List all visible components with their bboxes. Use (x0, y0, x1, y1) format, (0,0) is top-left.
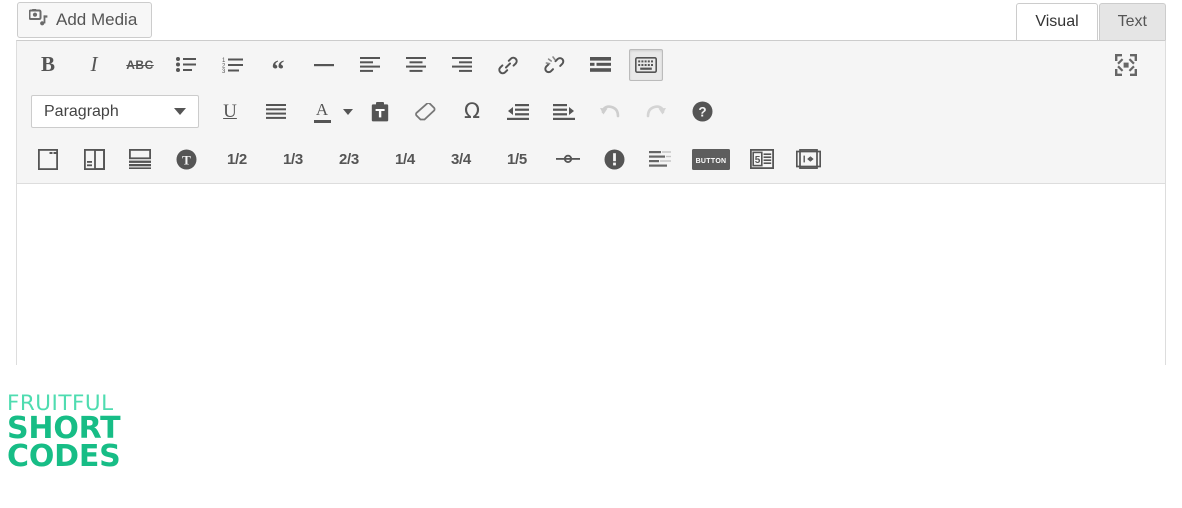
redo-icon[interactable] (639, 96, 673, 128)
justify-icon[interactable] (259, 96, 293, 128)
fullscreen-icon[interactable] (1109, 49, 1143, 81)
paste-as-text-icon[interactable] (363, 96, 397, 128)
divider-icon[interactable] (551, 143, 585, 175)
fraction-label: 1/4 (395, 150, 415, 168)
bold-icon[interactable]: B (31, 49, 65, 81)
alert-notice-icon[interactable] (597, 143, 631, 175)
editor-mode-tabs: Visual Text (1015, 3, 1166, 40)
special-character-label: Ω (463, 99, 481, 123)
tab-visual[interactable]: Visual (1016, 3, 1098, 40)
editor-toolbars: B I ABC 1 2 3 “ Paragraph U A Ω ? T 1/2 … (17, 41, 1165, 184)
text-color-swatch (313, 119, 331, 123)
undo-icon[interactable] (593, 96, 627, 128)
fraction-three-quarters-button[interactable]: 3/4 (439, 143, 483, 175)
paragraph-style-select[interactable]: Paragraph (31, 95, 199, 128)
insert-link-icon[interactable] (491, 49, 525, 81)
svg-text:3: 3 (222, 69, 226, 73)
tab-text[interactable]: Text (1098, 3, 1166, 40)
add-media-button[interactable]: Add Media (17, 2, 153, 38)
svg-text:BUTTON: BUTTON (696, 157, 727, 164)
text-color-chevron-down-icon[interactable] (343, 108, 353, 115)
counter-icon[interactable]: 5 (745, 143, 779, 175)
column-stacked-icon[interactable] (123, 143, 157, 175)
underline-label: U (223, 101, 237, 122)
svg-text:T: T (182, 152, 191, 167)
blockquote-label: “ (271, 54, 285, 84)
decrease-indent-icon[interactable] (501, 96, 535, 128)
numbered-list-icon[interactable]: 1 2 3 (215, 49, 249, 81)
italic-icon[interactable]: I (77, 49, 111, 81)
svg-text:5: 5 (755, 155, 761, 166)
fraction-label: 1/5 (507, 150, 527, 168)
read-more-icon[interactable] (583, 49, 617, 81)
bold-label: B (40, 52, 55, 76)
fraction-label: 1/3 (283, 150, 303, 168)
fraction-label: 2/3 (339, 150, 359, 168)
italic-label: I (90, 52, 98, 76)
button-shortcode-icon[interactable]: BUTTON (689, 143, 733, 175)
add-media-label: Add Media (56, 9, 138, 29)
fraction-label: 1/2 (227, 150, 247, 168)
special-character-icon[interactable]: Ω (455, 96, 489, 128)
chevron-down-icon (174, 108, 186, 115)
blockquote-icon[interactable]: “ (261, 49, 295, 84)
align-right-icon[interactable] (445, 49, 479, 81)
fraction-one-third-button[interactable]: 1/3 (271, 143, 315, 175)
paragraph-style-value: Paragraph (44, 102, 119, 120)
strikethrough-icon[interactable]: ABC (123, 49, 157, 81)
keyboard-shortcuts-icon[interactable] (629, 48, 663, 81)
column-single-icon[interactable] (31, 143, 65, 175)
add-media-icon (28, 9, 48, 31)
underline-icon[interactable]: U (213, 96, 247, 128)
fraction-one-quarter-button[interactable]: 1/4 (383, 143, 427, 175)
plugin-logo-line3: CODES (7, 439, 121, 475)
align-left-icon[interactable] (353, 49, 387, 81)
wordpress-post-editor: Add Media Visual Text B I ABC 1 2 3 “ Pa… (0, 0, 1182, 508)
text-color-icon[interactable]: A (305, 96, 339, 128)
column-split-icon[interactable] (77, 143, 111, 175)
clear-formatting-icon[interactable] (409, 96, 443, 128)
unlink-icon[interactable] (537, 49, 571, 81)
bullet-list-icon[interactable] (169, 49, 203, 81)
toolbar-row-3: T 1/2 1/3 2/3 1/4 3/4 1/5 BUTTON 5 (17, 135, 1165, 183)
align-center-icon[interactable] (399, 49, 433, 81)
editor-frame: B I ABC 1 2 3 “ Paragraph U A Ω ? T 1/2 … (16, 40, 1166, 370)
fraction-one-half-button[interactable]: 1/2 (215, 143, 259, 175)
slider-icon[interactable] (791, 143, 825, 175)
text-color-label: A (315, 99, 329, 119)
strikethrough-label: ABC (126, 57, 154, 72)
plugin-info-card: FRUITFUL SHORT CODES (0, 385, 1182, 508)
fraction-one-fifth-button[interactable]: 1/5 (495, 143, 539, 175)
fraction-two-thirds-button[interactable]: 2/3 (327, 143, 371, 175)
toolbar-row-1: B I ABC 1 2 3 “ (17, 41, 1165, 88)
editor-content-area[interactable] (17, 184, 1165, 370)
plugin-logo: FRUITFUL SHORT CODES (7, 393, 125, 473)
horizontal-rule-icon[interactable] (307, 49, 341, 81)
text-block-icon[interactable]: T (169, 143, 203, 175)
accordion-icon[interactable] (643, 143, 677, 175)
increase-indent-icon[interactable] (547, 96, 581, 128)
svg-text:?: ? (698, 104, 706, 119)
editor-top-bar: Add Media Visual Text (16, 0, 1166, 40)
help-icon[interactable]: ? (685, 96, 719, 128)
fraction-label: 3/4 (451, 150, 471, 168)
toolbar-row-2: Paragraph U A Ω ? (17, 88, 1165, 135)
